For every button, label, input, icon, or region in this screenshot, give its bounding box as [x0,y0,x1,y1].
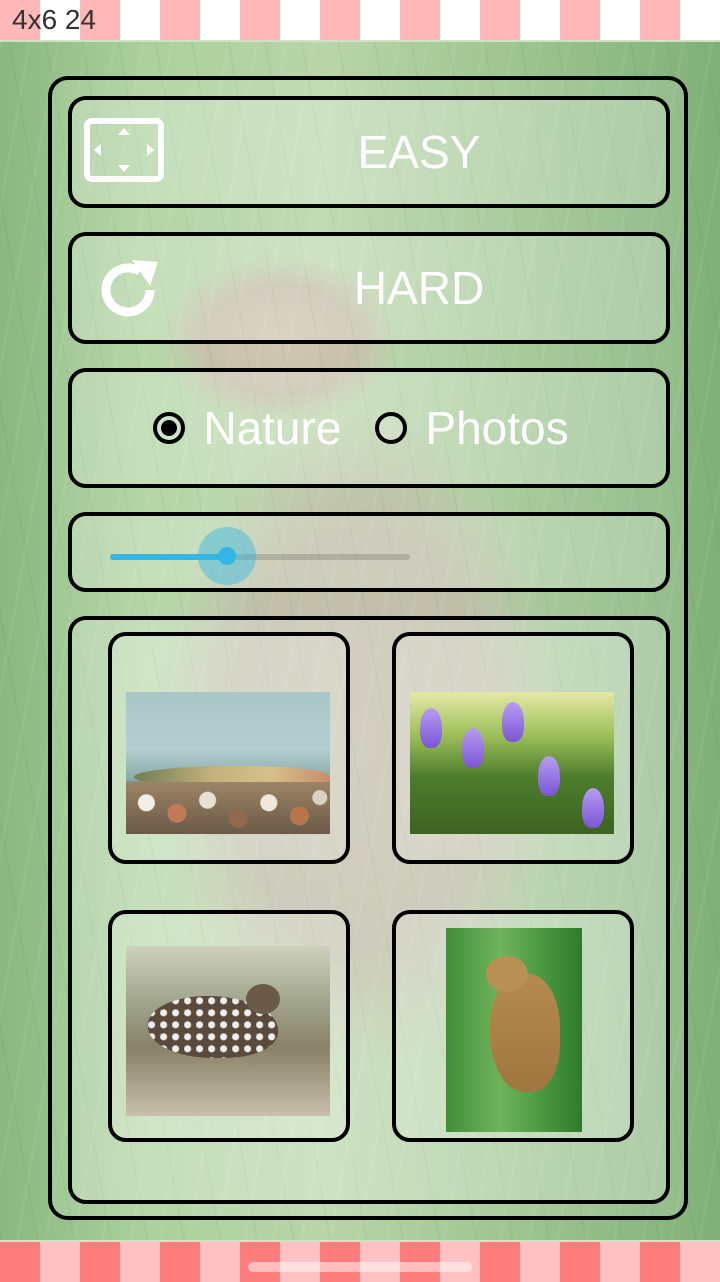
category-selector: Nature Photos [68,368,670,488]
radio-nature-label[interactable]: Nature [203,401,341,455]
easy-button[interactable]: EASY [68,96,670,208]
fish-thumbnail [126,692,330,834]
radio-photos[interactable] [375,412,408,444]
gallery-card[interactable] [108,632,350,864]
slider-track[interactable] [110,554,410,560]
radio-nature[interactable] [153,412,186,444]
radio-selected-dot [161,420,178,436]
home-indicator[interactable] [248,1262,472,1272]
hard-button[interactable]: HARD [68,232,670,344]
fullscreen-icon [84,118,164,182]
slider-thumb[interactable] [218,547,236,565]
slider-row [68,512,670,592]
corncrake-thumbnail [446,928,582,1132]
grouse-thumbnail [126,946,330,1116]
easy-label: EASY [357,126,481,178]
bottom-bar [0,1240,720,1282]
gallery-card[interactable] [392,632,634,864]
gallery-card[interactable] [108,910,350,1142]
refresh-icon [101,260,158,317]
crocus-flowers-thumbnail [410,692,614,834]
hard-label: HARD [353,262,485,314]
top-status-bar: 4x6 24 [0,0,720,42]
radio-photos-label[interactable]: Photos [425,401,568,455]
grid-size-label: 4x6 24 [12,4,97,35]
image-gallery [68,616,670,1204]
gallery-card[interactable] [392,910,634,1142]
